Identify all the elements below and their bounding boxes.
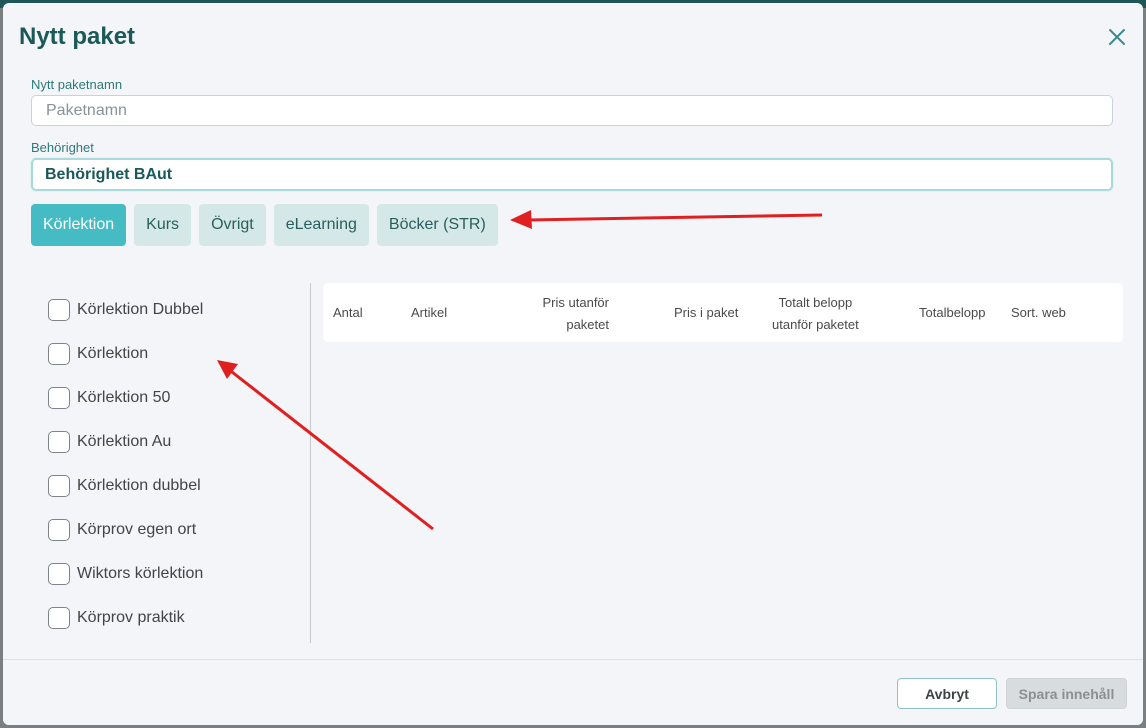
article-checklist: Körlektion Dubbel Körlektion Körlektion … xyxy=(48,288,203,640)
article-label: Körlektion 50 xyxy=(77,389,171,406)
close-button[interactable] xyxy=(1105,25,1129,49)
permission-selected-value: Behörighet BAut xyxy=(45,165,173,183)
save-content-button[interactable]: Spara innehåll xyxy=(1006,678,1127,709)
list-item[interactable]: Körlektion dubbel xyxy=(48,464,203,508)
article-label: Körlektion dubbel xyxy=(77,477,201,494)
dialog-title: Nytt paket xyxy=(19,23,136,50)
cancel-button[interactable]: Avbryt xyxy=(897,678,997,709)
article-label: Körlektion Au xyxy=(77,433,172,450)
vertical-divider xyxy=(310,283,311,643)
article-label: Körprov praktik xyxy=(77,609,185,626)
checkbox[interactable] xyxy=(48,519,70,541)
column-header-line: utanför paketet xyxy=(772,317,859,332)
tab-ovrigt[interactable]: Övrigt xyxy=(199,204,266,246)
list-item[interactable]: Körlektion xyxy=(48,332,203,376)
column-header-price-in-package: Pris i paket xyxy=(674,305,739,320)
close-icon xyxy=(1109,29,1125,45)
list-item[interactable]: Körlektion 50 xyxy=(48,376,203,420)
article-label: Körlektion Dubbel xyxy=(77,301,204,318)
checkbox[interactable] xyxy=(48,607,70,629)
package-name-label: Nytt paketnamn xyxy=(31,77,123,92)
checkbox[interactable] xyxy=(48,343,70,365)
permission-select[interactable]: Behörighet BAut xyxy=(31,158,1113,191)
list-item[interactable]: Körprov praktik xyxy=(48,596,203,640)
tab-korlektion[interactable]: Körlektion xyxy=(31,204,127,246)
checkbox[interactable] xyxy=(48,475,70,497)
column-header-article: Artikel xyxy=(411,305,448,320)
checkbox[interactable] xyxy=(48,563,70,585)
list-item[interactable]: Körprov egen ort xyxy=(48,508,203,552)
list-item[interactable]: Körlektion Au xyxy=(48,420,203,464)
permission-label: Behörighet xyxy=(31,140,94,155)
article-label: Körprov egen ort xyxy=(77,521,197,538)
column-header-count: Antal xyxy=(333,305,363,320)
column-header-price-outside: Pris utanför paketet xyxy=(543,292,609,336)
dialog-footer: Avbryt Spara innehåll xyxy=(3,659,1143,725)
checkbox[interactable] xyxy=(48,431,70,453)
checkbox[interactable] xyxy=(48,387,70,409)
package-name-field[interactable] xyxy=(31,95,1113,126)
column-header-line: paketet xyxy=(566,317,609,332)
column-header-sort-web: Sort. web xyxy=(1011,305,1066,320)
tab-kurs[interactable]: Kurs xyxy=(134,204,192,246)
tab-elearning[interactable]: eLearning xyxy=(273,204,369,246)
tab-bocker[interactable]: Böcker (STR) xyxy=(376,204,498,246)
article-label: Wiktors körlektion xyxy=(77,565,204,582)
article-label: Körlektion xyxy=(77,345,149,362)
category-tabs: Körlektion Kurs Övrigt eLearning Böcker … xyxy=(31,204,498,246)
column-header-line: Pris utanför xyxy=(542,295,609,310)
column-header-total-amount: Totalbelopp xyxy=(919,305,986,320)
column-header-line: Totalt belopp xyxy=(778,295,853,310)
checkbox[interactable] xyxy=(48,299,70,321)
new-package-dialog: Nytt paket Nytt paketnamn Behörighet Beh… xyxy=(3,3,1143,725)
list-item[interactable]: Körlektion Dubbel xyxy=(48,288,203,332)
package-table-header: Antal Artikel Pris utanför paketet Pris … xyxy=(323,283,1123,342)
package-name-input[interactable] xyxy=(44,100,1100,121)
column-header-total-outside: Totalt belopp utanför paketet xyxy=(772,292,859,336)
list-item[interactable]: Wiktors körlektion xyxy=(48,552,203,596)
